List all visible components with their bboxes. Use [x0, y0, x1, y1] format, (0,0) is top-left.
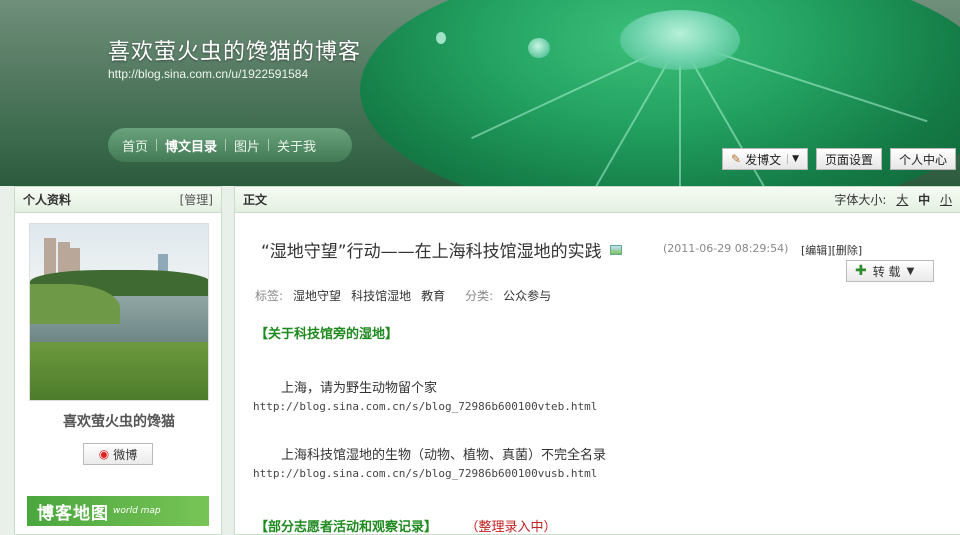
plus-icon: ✚ [855, 263, 867, 279]
profile-panel: 个人资料 [管理] 喜欢萤火虫的馋猫 ◉ 微博 博客地图 world map [14, 186, 222, 535]
tags-label: 标签: [255, 289, 284, 303]
blog-map-subtitle: world map [113, 506, 161, 516]
font-size-label: 字体大小: [834, 193, 887, 207]
tag-link[interactable]: 科技馆湿地 [351, 287, 411, 304]
photo-grass [30, 342, 208, 400]
section-heading: 【关于科技馆旁的湿地】 [255, 327, 399, 342]
post-time: (2011-06-29 08:29:54) [663, 242, 789, 255]
post-article-label: 发博文 [745, 152, 782, 167]
nav-home[interactable]: 首页 [122, 136, 148, 155]
blog-url[interactable]: http://blog.sina.com.cn/u/1922591584 [108, 67, 308, 81]
blog-title: 喜欢萤火虫的馋猫的博客 [108, 40, 362, 65]
page-settings-button[interactable]: 页面设置 [816, 148, 883, 170]
header-banner: 喜欢萤火虫的馋猫的博客 http://blog.sina.com.cn/u/19… [0, 0, 960, 186]
paragraph: 上海，请为野生动物留个家 [281, 381, 438, 396]
paragraph: 上海科技馆湿地的生物（动物、植物、真菌）不完全名录 [281, 448, 607, 463]
nav-pictures[interactable]: 图片 [234, 136, 260, 155]
article-panel-header: 正文 字体大小: 大 中 小 [235, 187, 960, 213]
article-link[interactable]: http://blog.sina.com.cn/s/blog_72986b600… [253, 467, 597, 480]
font-size-control: 字体大小: 大 中 小 [834, 191, 952, 208]
water-drop [528, 38, 550, 58]
chevron-down-icon[interactable]: ▼ [787, 154, 799, 164]
chevron-down-icon: ▼ [906, 265, 915, 277]
water-drop [436, 32, 446, 44]
personal-center-button[interactable]: 个人中心 [890, 148, 957, 170]
blog-map-banner[interactable]: 博客地图 world map [27, 496, 209, 526]
nav-about[interactable]: 关于我 [277, 136, 316, 155]
font-size-large[interactable]: 大 [896, 193, 908, 207]
post-title: “湿地守望”行动——在上海科技馆湿地的实践 [261, 237, 622, 262]
article-link[interactable]: http://blog.sina.com.cn/s/blog_72986b600… [253, 400, 597, 413]
main-nav: 首页 博文目录 图片 关于我 [108, 128, 352, 162]
section-note: （整理录入中） [465, 520, 557, 535]
section-heading-text: 【部分志愿者活动和观察记录】 [255, 520, 438, 535]
font-size-medium[interactable]: 中 [918, 193, 930, 207]
blog-map-title: 博客地图 [37, 503, 109, 524]
edit-delete-links[interactable]: [编辑][删除] [801, 242, 862, 258]
section-heading: 【部分志愿者活动和观察记录】 （整理录入中） [255, 516, 557, 535]
post-title-text: “湿地守望”行动——在上海科技馆湿地的实践 [261, 242, 602, 262]
nav-separator [156, 139, 158, 151]
image-icon [609, 244, 622, 255]
profile-panel-title: 个人资料 [23, 193, 72, 207]
article-panel-title: 正文 [243, 193, 268, 207]
avatar[interactable] [29, 223, 209, 401]
weibo-button[interactable]: ◉ 微博 [83, 443, 153, 465]
profile-panel-header: 个人资料 [管理] [15, 187, 221, 213]
nav-separator [225, 139, 227, 151]
pencil-icon: ✎ [731, 152, 742, 166]
repost-label: 转 载 [872, 264, 901, 279]
font-size-small[interactable]: 小 [940, 193, 952, 207]
article-panel: 正文 字体大小: 大 中 小 “湿地守望”行动——在上海科技馆湿地的实践 (20… [234, 186, 960, 535]
post-tags: 标签: 湿地守望 科技馆湿地 教育 分类: 公众参与 [255, 287, 551, 304]
category-link[interactable]: 公众参与 [503, 287, 551, 304]
toolbar: ✎ 发博文 ▼ 页面设置 个人中心 [722, 148, 957, 170]
manage-link[interactable]: [管理] [180, 191, 213, 208]
category-label: 分类: [465, 289, 494, 303]
repost-button[interactable]: ✚ 转 载 ▼ [846, 260, 934, 282]
water-drop [620, 10, 740, 70]
nav-separator [268, 139, 270, 151]
weibo-label: 微博 [113, 447, 138, 462]
profile-username[interactable]: 喜欢萤火虫的馋猫 [15, 411, 223, 431]
tag-link[interactable]: 湿地守望 [293, 287, 341, 304]
post-article-button[interactable]: ✎ 发博文 ▼ [722, 148, 808, 170]
weibo-icon: ◉ [98, 447, 110, 461]
tag-link[interactable]: 教育 [421, 287, 445, 304]
nav-article-list[interactable]: 博文目录 [165, 136, 217, 155]
